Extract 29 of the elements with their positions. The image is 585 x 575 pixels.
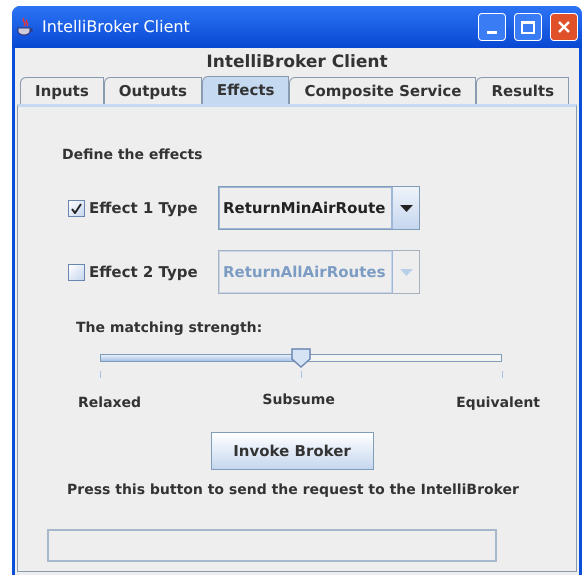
close-button[interactable]	[550, 13, 578, 41]
close-icon	[557, 20, 571, 34]
window-title: IntelliBroker Client	[42, 16, 191, 38]
slider-tick-label: Subsume	[262, 391, 335, 410]
hint-text: Press this button to send the request to the IntelliBroker	[67, 481, 519, 500]
slider-tick	[502, 371, 503, 378]
tab[interactable]: Inputs	[20, 77, 104, 104]
slider-tick	[301, 371, 302, 378]
section-label: Define the effects	[62, 146, 204, 165]
dropdown-arrow-icon	[400, 204, 412, 212]
tab[interactable]: Outputs	[104, 77, 202, 104]
slider-tick-label: Relaxed	[78, 394, 142, 413]
invoke-broker-button[interactable]: Invoke Broker	[210, 432, 374, 470]
checkbox[interactable]	[68, 200, 85, 216]
dropdown-arrow-icon	[400, 268, 412, 276]
tab[interactable]: Effects	[202, 76, 290, 104]
slider-tick	[100, 371, 101, 378]
slider-tick-label: Equivalent	[456, 394, 540, 413]
maximize-button[interactable]	[514, 13, 542, 41]
slider-thumb[interactable]	[290, 348, 312, 368]
dropdown[interactable]: ReturnMinAirRoute	[218, 186, 420, 230]
panel-heading: IntelliBroker Client	[206, 51, 388, 72]
tab[interactable]: Results	[476, 77, 570, 104]
tab[interactable]: Composite Service	[289, 77, 476, 104]
check-icon	[71, 202, 82, 214]
cup-icon	[16, 17, 34, 37]
slider-label: The matching strength:	[76, 319, 264, 338]
minimize-button[interactable]	[478, 13, 506, 41]
effect-checkbox[interactable]: Effect 1 Type	[68, 196, 218, 220]
